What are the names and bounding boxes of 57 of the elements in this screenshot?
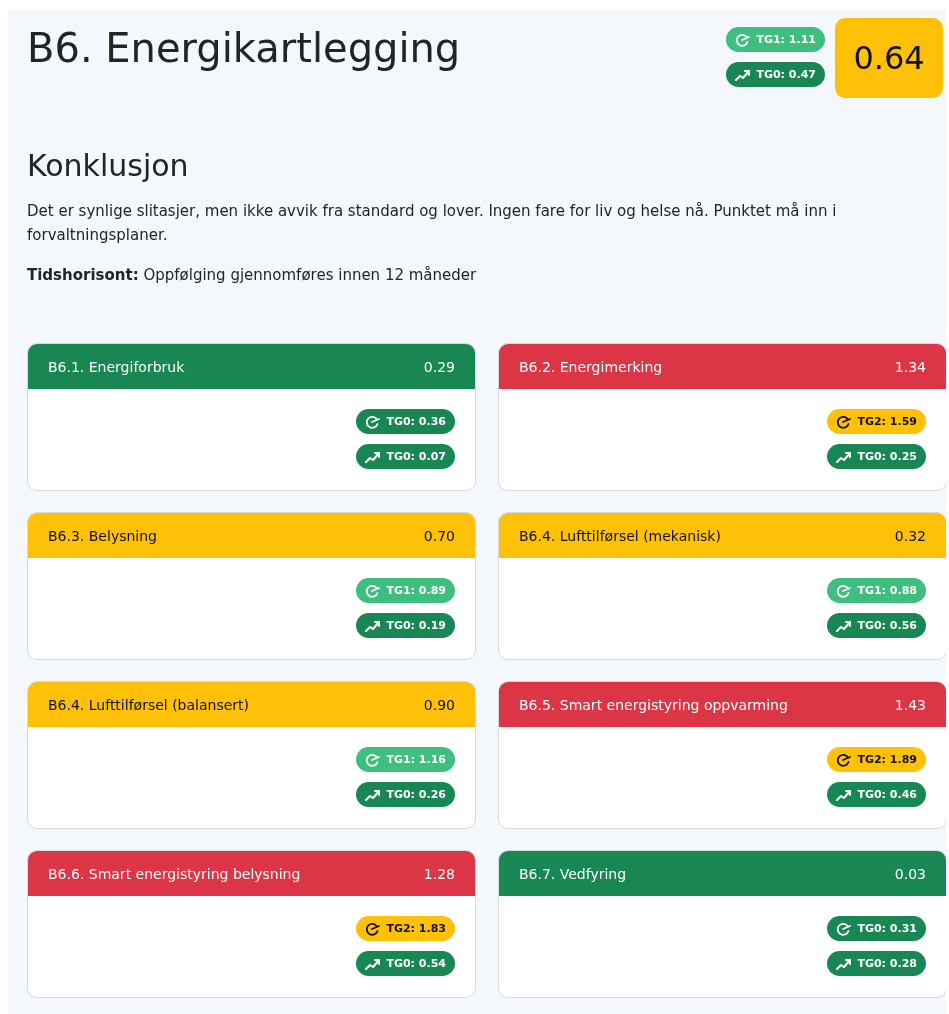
card-title: B6.7. Vedfyring	[519, 865, 627, 882]
gauge-icon	[735, 32, 752, 47]
card-value: 1.28	[423, 865, 455, 882]
grade-badge: TG1: 1.16	[356, 747, 455, 772]
gauge-icon	[836, 752, 853, 767]
card-value: 0.03	[894, 865, 926, 882]
card-value: 1.43	[894, 696, 926, 713]
trend-up-icon	[836, 788, 853, 801]
grade-badge: TG0: 0.25	[827, 444, 926, 469]
card-value: 0.32	[894, 527, 926, 544]
grade-badge: TG1: 0.88	[827, 578, 926, 603]
card-title: B6.6. Smart energistyring belysning	[48, 865, 301, 882]
trend-up-icon	[735, 68, 752, 81]
trend-up-icon	[365, 619, 382, 632]
trend-up-icon	[365, 957, 382, 970]
card-title: B6.3. Belysning	[48, 527, 157, 544]
gauge-icon	[836, 921, 853, 936]
gauge-icon	[836, 583, 853, 598]
grade-badge: TG1: 1.11	[726, 27, 825, 52]
time-horizon-text: Tidshorisont: Oppfølging gjennomføres innen 12 måneder	[27, 265, 478, 286]
gauge-icon	[365, 752, 382, 767]
gauge-icon	[365, 583, 382, 598]
grade-badge: TG0: 0.46	[827, 782, 926, 807]
grade-badge: TG0: 0.19	[356, 613, 455, 638]
gauge-icon	[365, 921, 382, 936]
grade-badge: TG0: 0.36	[356, 409, 455, 434]
trend-up-icon	[365, 450, 382, 463]
card-value: 1.34	[894, 358, 926, 375]
card-value: 0.90	[423, 696, 455, 713]
card-title: B6.5. Smart energistyring oppvarming	[519, 696, 788, 713]
grade-badge: TG0: 0.31	[827, 916, 926, 941]
grade-badge: TG0: 0.47	[726, 62, 825, 87]
page-title: B6. Energikartlegging	[27, 24, 462, 72]
grade-badge: TG2: 1.83	[356, 916, 455, 941]
score-tile: 0.64	[835, 18, 943, 98]
card-title: B6.4. Lufttilførsel (balansert)	[48, 696, 250, 713]
trend-up-icon	[836, 957, 853, 970]
grade-badge: TG0: 0.26	[356, 782, 455, 807]
grade-badge: TG0: 0.07	[356, 444, 455, 469]
grade-badge: TG0: 0.28	[827, 951, 926, 976]
grade-badge: TG2: 1.89	[827, 747, 926, 772]
card-value: 0.70	[423, 527, 455, 544]
grade-badge: TG0: 0.56	[827, 613, 926, 638]
card-title: B6.2. Energimerking	[519, 358, 663, 375]
section-heading: Konklusjon	[27, 148, 190, 183]
grade-badge: TG2: 1.59	[827, 409, 926, 434]
card-value: 0.29	[423, 358, 455, 375]
trend-up-icon	[365, 788, 382, 801]
trend-up-icon	[836, 450, 853, 463]
grade-badge: TG0: 0.54	[356, 951, 455, 976]
card-title: B6.1. Energiforbruk	[48, 358, 185, 375]
grade-badge: TG1: 0.89	[356, 578, 455, 603]
trend-up-icon	[836, 619, 853, 632]
gauge-icon	[836, 414, 853, 429]
gauge-icon	[365, 414, 382, 429]
card-title: B6.4. Lufttilførsel (mekanisk)	[519, 527, 721, 544]
conclusion-text: Det er synlige slitasjer, men ikke avvik fra standard og lover. Ingen fare for liv og helse nå. Punktet må inn i forvaltningsplaner.	[27, 201, 838, 246]
